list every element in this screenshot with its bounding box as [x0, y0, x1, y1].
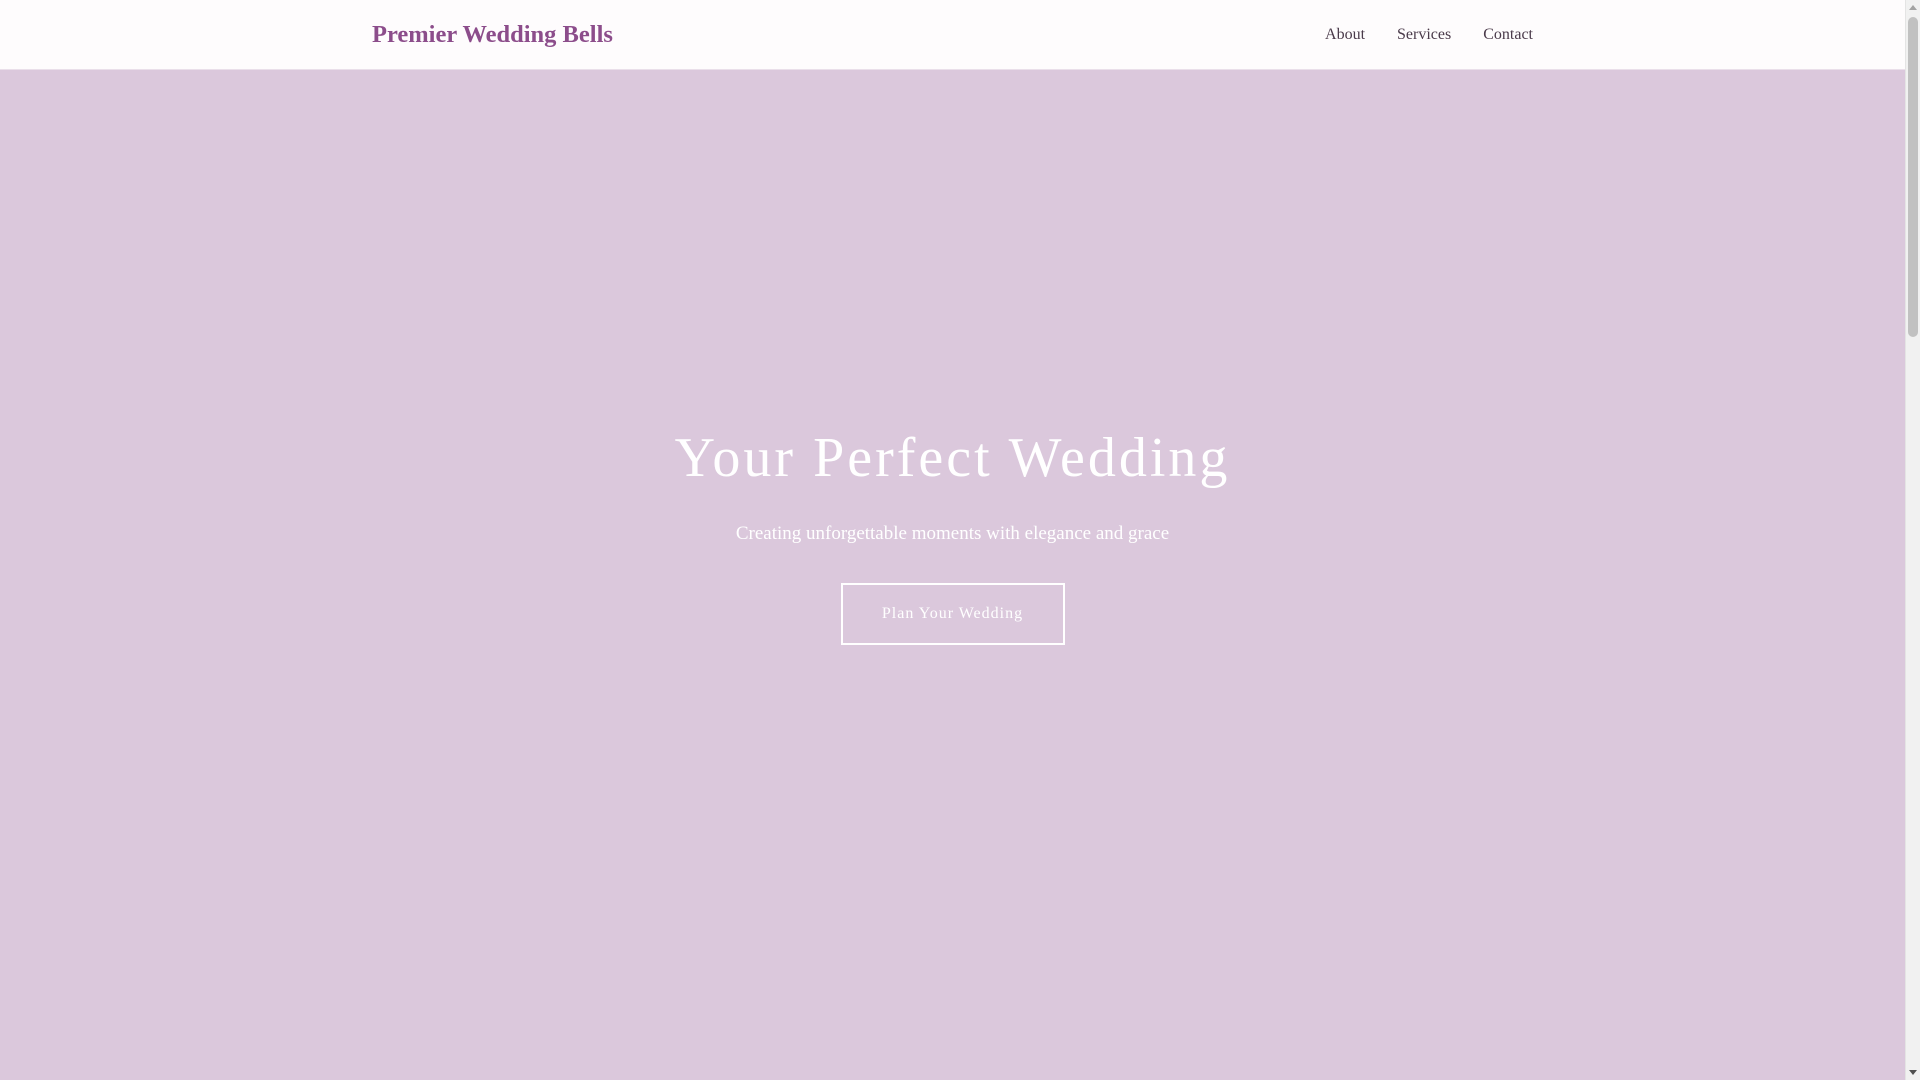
scrollbar-thumb[interactable] — [1908, 17, 1918, 337]
hero-content: Your Perfect Wedding Creating unforgetta… — [0, 430, 1905, 645]
main-nav: About Services Contact — [1325, 0, 1533, 70]
scroll-down-button[interactable] — [1906, 1065, 1920, 1080]
page: Premier Wedding Bells About Services Con… — [0, 0, 1905, 1080]
nav-link-contact[interactable]: Contact — [1483, 26, 1533, 44]
site-header: Premier Wedding Bells About Services Con… — [0, 0, 1905, 70]
scroll-down-arrow-icon — [1909, 1070, 1917, 1075]
nav-link-services[interactable]: Services — [1397, 26, 1451, 44]
hero-section: Your Perfect Wedding Creating unforgetta… — [0, 70, 1905, 1080]
hero-title: Your Perfect Wedding — [674, 427, 1231, 489]
scroll-up-button[interactable] — [1906, 0, 1920, 15]
plan-your-wedding-button[interactable]: Plan Your Wedding — [840, 583, 1065, 645]
vertical-scrollbar[interactable] — [1905, 0, 1920, 1080]
brand-logo-link[interactable]: Premier Wedding Bells — [372, 0, 613, 70]
nav-link-about[interactable]: About — [1325, 26, 1365, 44]
scroll-up-arrow-icon — [1909, 5, 1917, 10]
hero-subtitle: Creating unforgettable moments with eleg… — [735, 523, 1170, 544]
